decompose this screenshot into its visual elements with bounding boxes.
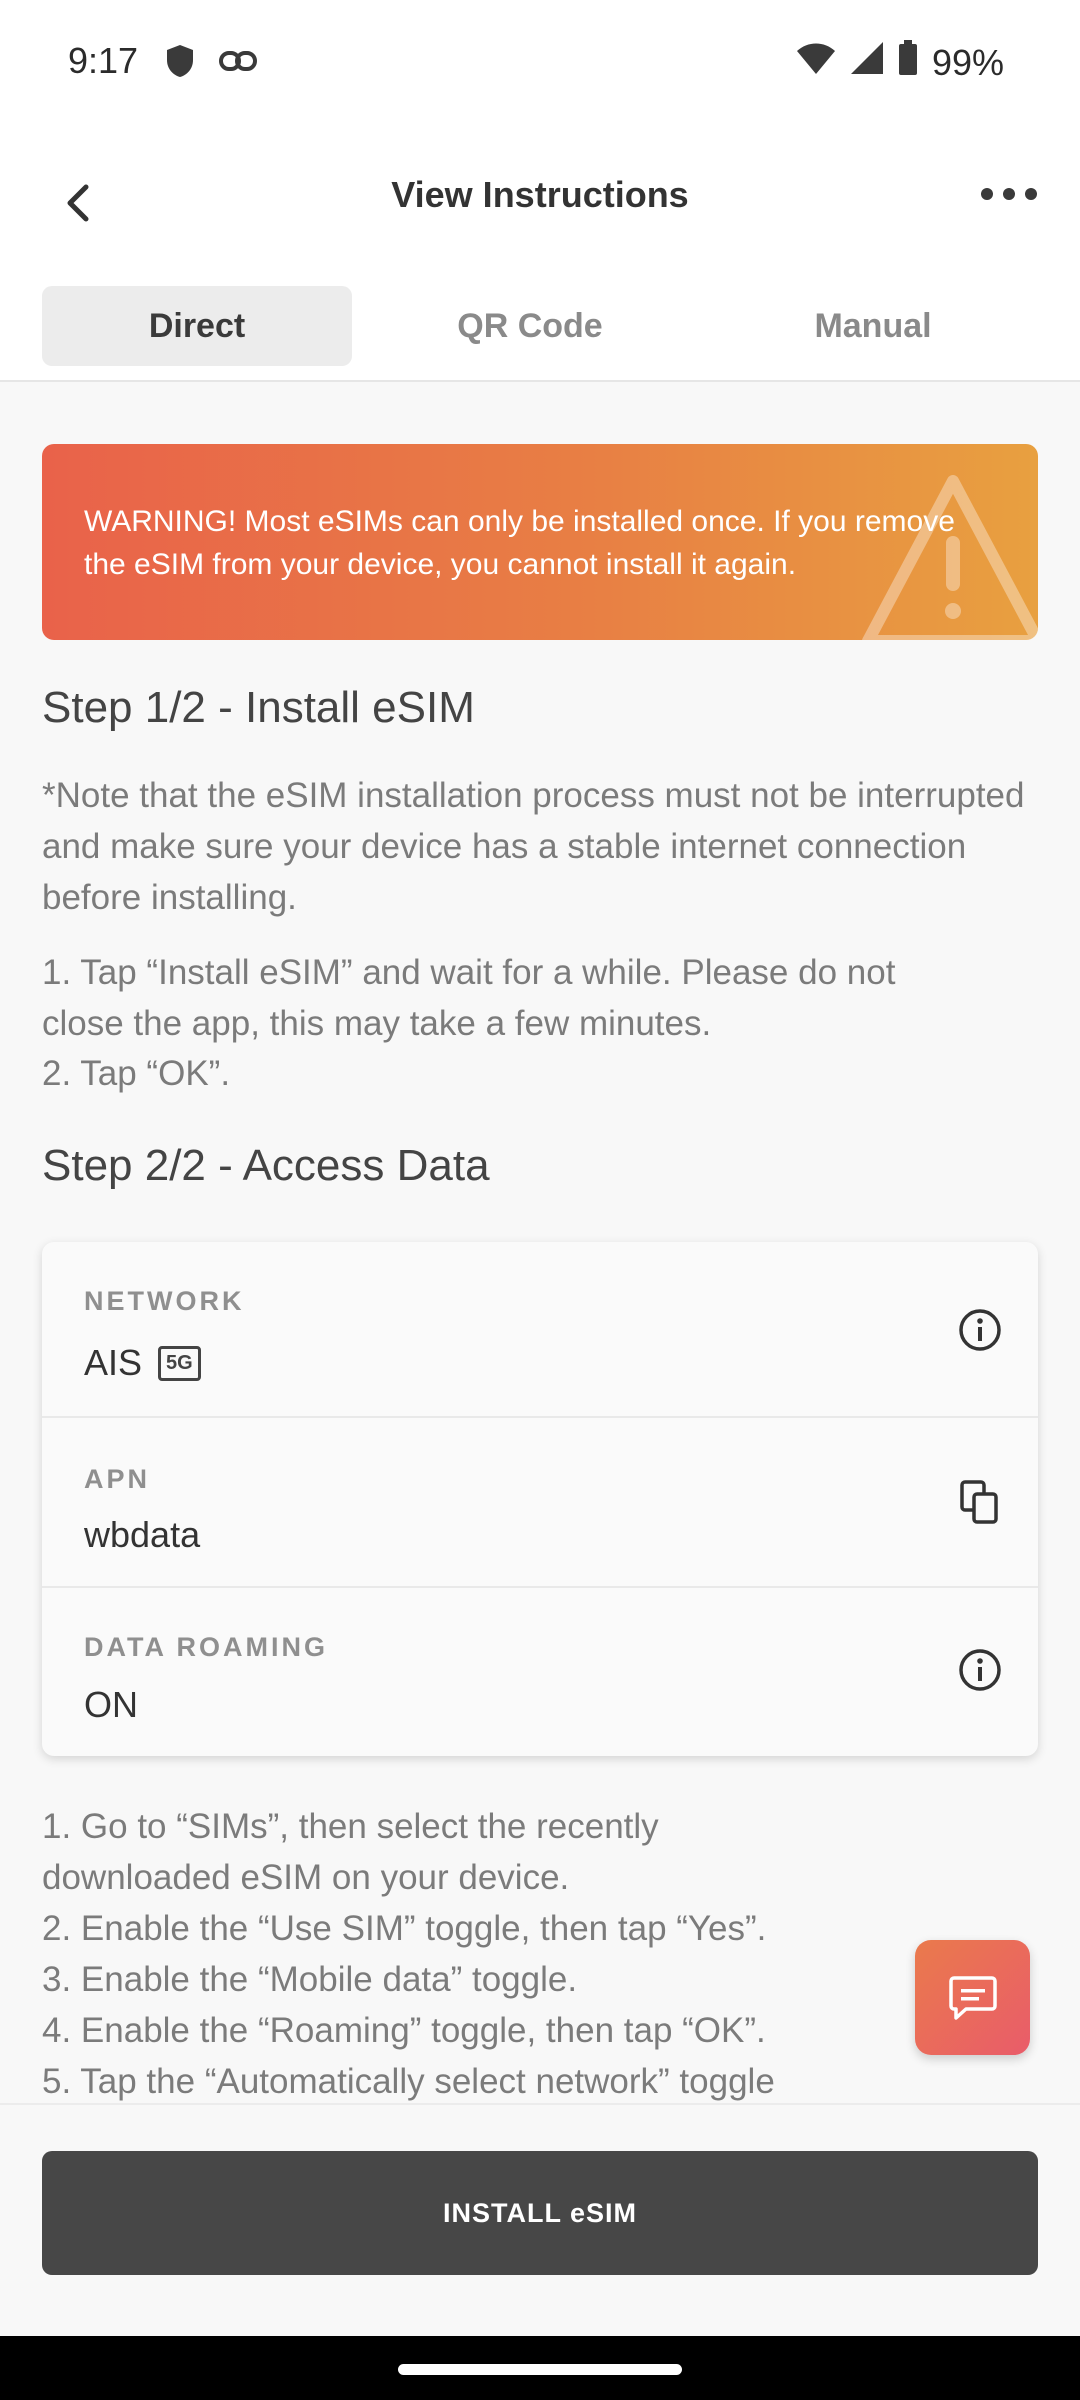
tab-manual[interactable]: Manual	[718, 286, 1028, 366]
step2-instruction-3: 3. Enable the “Mobile data” toggle.	[42, 1960, 578, 1999]
system-navigation-bar	[0, 2336, 1080, 2400]
step1-title: Step 1/2 - Install eSIM	[42, 683, 475, 732]
copy-apn-button[interactable]	[952, 1474, 1008, 1530]
access-data-card: NETWORK AIS 5G APN wbdata DATA ROAMING O…	[42, 1242, 1038, 1756]
link-icon	[219, 50, 257, 77]
chat-icon	[948, 1975, 997, 2020]
data-roaming-label: DATA ROAMING	[84, 1632, 328, 1662]
cellular-signal-icon	[850, 41, 884, 84]
status-bar: 9:17 99%	[0, 0, 1080, 130]
page-title: View Instructions	[391, 174, 689, 215]
shield-icon	[165, 44, 195, 83]
network-label: NETWORK	[84, 1286, 245, 1316]
info-icon	[959, 1649, 1001, 1691]
5g-badge: 5G	[158, 1345, 201, 1381]
apn-value: wbdata	[84, 1514, 201, 1555]
app-bar: View Instructions	[0, 130, 1080, 280]
more-dot-icon	[981, 188, 993, 200]
more-dot-icon	[1003, 188, 1015, 200]
step1-note: *Note that the eSIM installation process…	[42, 776, 1025, 917]
step1-instruction-1: 1. Tap “Install eSIM” and wait for a whi…	[42, 953, 896, 1043]
bottom-action-area: INSTALL eSIM	[0, 2103, 1080, 2338]
chat-support-button[interactable]	[915, 1940, 1030, 2055]
wifi-icon	[796, 42, 836, 84]
network-info-button[interactable]	[952, 1302, 1008, 1358]
battery-icon	[898, 40, 918, 85]
network-row: NETWORK AIS 5G	[42, 1242, 1038, 1418]
step1-instruction-2: 2. Tap “OK”.	[42, 1054, 231, 1093]
data-roaming-value: ON	[84, 1684, 138, 1725]
network-value: AIS	[84, 1342, 143, 1383]
more-dot-icon	[1025, 188, 1037, 200]
home-gesture-handle[interactable]	[398, 2364, 682, 2375]
copy-icon	[960, 1480, 998, 1524]
step2-instruction-5: 5. Tap the “Automatically select network…	[42, 2062, 775, 2101]
apn-row: APN wbdata	[42, 1416, 1038, 1588]
warning-banner: WARNING! Most eSIMs can only be installe…	[42, 444, 1038, 640]
tab-direct[interactable]: Direct	[42, 286, 352, 366]
tab-qr-code[interactable]: QR Code	[375, 286, 685, 366]
data-roaming-row: DATA ROAMING ON	[42, 1586, 1038, 1756]
battery-percent: 99%	[931, 41, 1004, 83]
step2-title: Step 2/2 - Access Data	[42, 1141, 490, 1190]
roaming-info-button[interactable]	[952, 1642, 1008, 1698]
more-options-button[interactable]	[974, 174, 1044, 214]
info-icon	[959, 1309, 1001, 1351]
apn-label: APN	[84, 1464, 151, 1494]
step2-instruction-2: 2. Enable the “Use SIM” toggle, then tap…	[42, 1909, 767, 1948]
step2-instruction-4: 4. Enable the “Roaming” toggle, then tap…	[42, 2011, 766, 2050]
step2-instruction-1: 1. Go to “SIMs”, then select the recentl…	[42, 1807, 659, 1897]
warning-text: WARNING! Most eSIMs can only be installe…	[84, 505, 955, 581]
instruction-tabs: Direct QR Code Manual	[0, 280, 1080, 382]
status-time: 9:17	[68, 40, 139, 81]
install-esim-button[interactable]: INSTALL eSIM	[42, 2151, 1038, 2275]
